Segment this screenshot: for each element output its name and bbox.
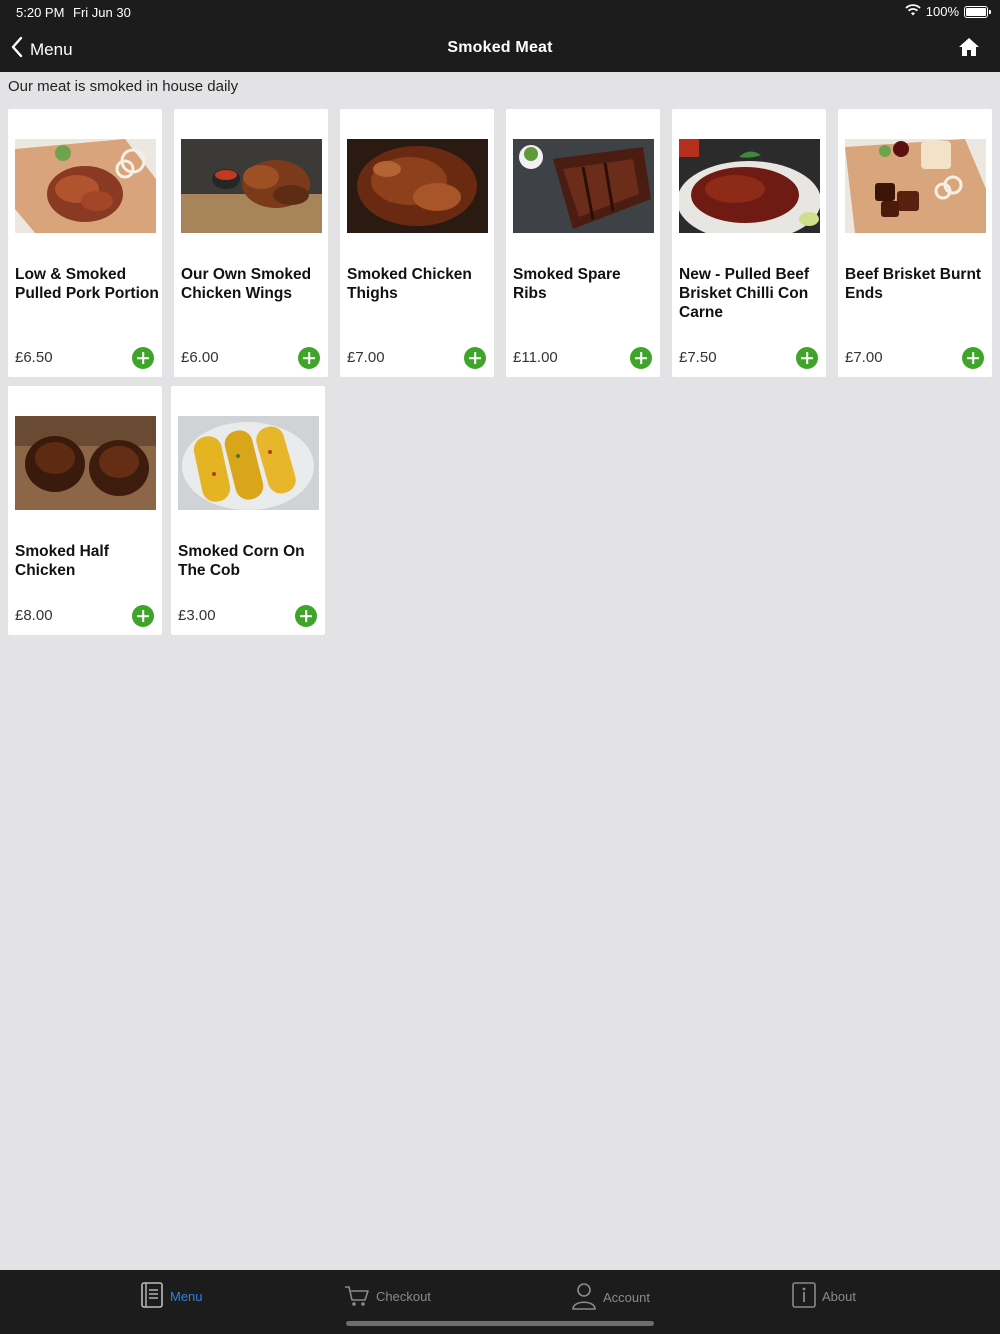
product-price: £6.50 bbox=[15, 349, 53, 366]
home-button[interactable] bbox=[958, 36, 980, 63]
product-price: £3.00 bbox=[178, 607, 216, 624]
add-to-cart-button[interactable] bbox=[630, 347, 652, 369]
add-to-cart-button[interactable] bbox=[796, 347, 818, 369]
wifi-icon bbox=[905, 4, 921, 19]
tab-checkout[interactable]: Checkout bbox=[344, 1282, 431, 1311]
product-name: Beef Brisket Burnt Ends bbox=[845, 266, 982, 302]
battery-icon bbox=[964, 5, 991, 18]
chicken-thighs-photo bbox=[347, 139, 488, 233]
chilli-con-carne-photo bbox=[679, 139, 820, 233]
tab-label: Checkout bbox=[376, 1289, 431, 1304]
category-description: Our meat is smoked in house daily bbox=[8, 78, 239, 95]
product-price: £6.00 bbox=[181, 349, 219, 366]
product-card[interactable]: New - Pulled Beef Brisket Chilli Con Car… bbox=[672, 109, 826, 377]
product-name: Low & Smoked Pulled Pork Portion bbox=[15, 266, 159, 302]
add-to-cart-button[interactable] bbox=[132, 605, 154, 627]
cart-icon bbox=[344, 1282, 370, 1311]
add-to-cart-button[interactable] bbox=[132, 347, 154, 369]
page-title: Smoked Meat bbox=[447, 39, 553, 56]
battery-percent: 100% bbox=[925, 4, 959, 19]
status-time: 5:20 PM bbox=[16, 5, 65, 20]
person-icon bbox=[571, 1282, 597, 1313]
add-to-cart-button[interactable] bbox=[295, 605, 317, 627]
pulled-pork-photo bbox=[15, 139, 156, 233]
add-to-cart-button[interactable] bbox=[464, 347, 486, 369]
add-to-cart-button[interactable] bbox=[962, 347, 984, 369]
product-card[interactable]: Low & Smoked Pulled Pork Portion £6.50 bbox=[8, 109, 162, 377]
product-price: £11.00 bbox=[513, 349, 558, 366]
product-card[interactable]: Smoked Chicken Thighs £7.00 bbox=[340, 109, 494, 377]
product-price: £7.50 bbox=[679, 349, 717, 366]
product-name: Smoked Chicken Thighs bbox=[347, 266, 472, 302]
product-name: Smoked Corn On The Cob bbox=[178, 543, 305, 579]
chicken-wings-photo bbox=[181, 139, 322, 233]
tab-label: About bbox=[822, 1289, 856, 1304]
status-date: Fri Jun 30 bbox=[73, 5, 131, 20]
product-price: £8.00 bbox=[15, 607, 53, 624]
tab-label: Menu bbox=[170, 1289, 203, 1304]
corn-on-cob-photo bbox=[178, 416, 319, 510]
product-price: £7.00 bbox=[347, 349, 385, 366]
battery-level bbox=[966, 7, 986, 16]
half-chicken-photo bbox=[15, 416, 156, 510]
product-price: £7.00 bbox=[845, 349, 883, 366]
product-card[interactable]: Our Own Smoked Chicken Wings £6.00 bbox=[174, 109, 328, 377]
menu-book-icon bbox=[140, 1282, 164, 1311]
product-card[interactable]: Beef Brisket Burnt Ends £7.00 bbox=[838, 109, 992, 377]
home-indicator bbox=[346, 1321, 654, 1326]
status-right: 100% bbox=[905, 4, 991, 19]
product-name: Smoked Spare Ribs bbox=[513, 266, 621, 302]
nav-bar: Menu Smoked Meat bbox=[0, 24, 1000, 72]
product-name: Our Own Smoked Chicken Wings bbox=[181, 266, 312, 302]
add-to-cart-button[interactable] bbox=[298, 347, 320, 369]
product-name: New - Pulled Beef Brisket Chilli Con Car… bbox=[679, 266, 810, 321]
home-icon bbox=[958, 38, 980, 62]
product-name: Smoked Half Chicken bbox=[15, 543, 109, 579]
tab-about[interactable]: About bbox=[792, 1282, 856, 1311]
tab-label: Account bbox=[603, 1290, 650, 1305]
info-icon bbox=[792, 1282, 816, 1311]
burnt-ends-photo bbox=[845, 139, 986, 233]
tab-menu[interactable]: Menu bbox=[140, 1282, 203, 1311]
status-bar: 5:20 PM Fri Jun 30 100% bbox=[0, 0, 1000, 24]
product-card[interactable]: Smoked Spare Ribs £11.00 bbox=[506, 109, 660, 377]
spare-ribs-photo bbox=[513, 139, 654, 233]
product-card[interactable]: Smoked Half Chicken £8.00 bbox=[8, 386, 162, 635]
product-card[interactable]: Smoked Corn On The Cob £3.00 bbox=[171, 386, 325, 635]
tab-account[interactable]: Account bbox=[571, 1282, 650, 1313]
